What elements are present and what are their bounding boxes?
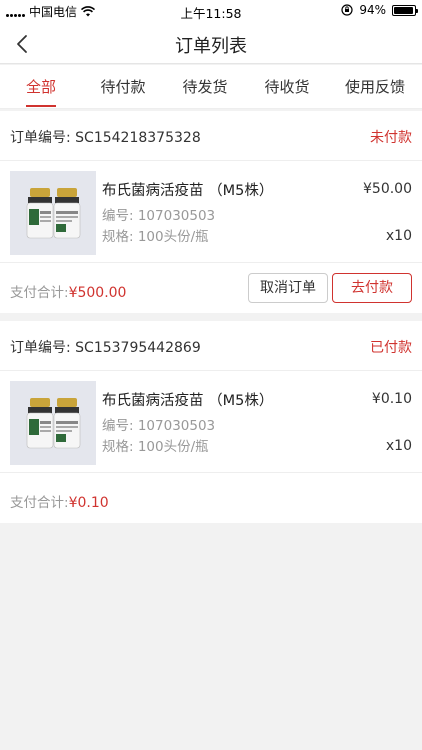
product-name: 布氏菌病活疫苗 （M5株）: [102, 393, 274, 409]
order-total-label: 支付合计:: [10, 495, 69, 511]
order-number-value: SC153795442869: [75, 340, 201, 356]
order-total: 支付合计:¥0.10: [10, 491, 109, 511]
tab-pending-receipt[interactable]: 待收货: [246, 65, 328, 109]
order-number: 订单编号: SC154218375328: [10, 127, 201, 147]
tab-pending-payment[interactable]: 待付款: [82, 65, 164, 109]
product-price: ¥50.00: [363, 181, 412, 197]
product-spec: 规格: 100头份/瓶: [102, 229, 209, 245]
vaccine-vial-icon: [10, 171, 96, 255]
product-code: 编号: 107030503: [102, 418, 216, 434]
order-number-value: SC154218375328: [75, 130, 201, 146]
status-bar: 中国电信 上午11:58 94%: [0, 0, 422, 22]
order-status: 已付款: [370, 340, 412, 356]
product-quantity: x10: [385, 228, 412, 244]
product-row[interactable]: 布氏菌病活疫苗 （M5株） 编号: 107030503 规格: 100头份/瓶 …: [0, 371, 422, 473]
battery-fill: [394, 6, 413, 14]
order-total: 支付合计:¥500.00: [10, 281, 126, 301]
tab-pending-shipment[interactable]: 待发货: [164, 65, 246, 109]
order-tabs: 全部 待付款 待发货 待收货 使用反馈: [0, 65, 422, 109]
battery-icon: [392, 4, 418, 16]
product-price: ¥0.10: [371, 391, 412, 407]
page-title: 订单列表: [175, 36, 247, 57]
vaccine-vial-icon: [10, 381, 96, 465]
order-card[interactable]: 订单编号: SC154218375328 未付款 布氏菌病活疫苗 （M5株） 编…: [0, 111, 422, 313]
order-total-amount: ¥500.00: [68, 285, 127, 301]
order-number: 订单编号: SC153795442869: [10, 337, 201, 357]
order-footer: 支付合计:¥0.10: [0, 473, 422, 523]
pay-button[interactable]: 去付款: [332, 273, 412, 303]
product-code: 编号: 107030503: [102, 208, 216, 224]
product-quantity: x10: [385, 438, 412, 454]
order-number-label: 订单编号:: [10, 340, 76, 356]
order-header: 订单编号: SC154218375328 未付款: [0, 111, 422, 161]
cancel-order-button[interactable]: 取消订单: [248, 273, 328, 303]
orientation-lock-icon: [341, 4, 353, 16]
battery-percent: 94%: [359, 3, 386, 17]
order-total-amount: ¥0.10: [68, 495, 109, 511]
product-image: [10, 171, 96, 255]
order-total-label: 支付合计:: [10, 285, 69, 301]
product-spec: 规格: 100头份/瓶: [102, 439, 209, 455]
product-row[interactable]: 布氏菌病活疫苗 （M5株） 编号: 107030503 规格: 100头份/瓶 …: [0, 161, 422, 263]
status-right: 94%: [341, 3, 418, 17]
product-name: 布氏菌病活疫苗 （M5株）: [102, 183, 274, 199]
order-status: 未付款: [370, 130, 412, 146]
order-number-label: 订单编号:: [10, 130, 76, 146]
tab-all[interactable]: 全部: [0, 65, 82, 109]
tab-feedback[interactable]: 使用反馈: [328, 65, 422, 109]
nav-bar: 订单列表: [0, 22, 422, 64]
order-header: 订单编号: SC153795442869 已付款: [0, 321, 422, 371]
order-card[interactable]: 订单编号: SC153795442869 已付款 布氏菌病活疫苗 （M5株） 编…: [0, 321, 422, 523]
order-footer: 支付合计:¥500.00 取消订单 去付款: [0, 263, 422, 313]
product-image: [10, 381, 96, 465]
